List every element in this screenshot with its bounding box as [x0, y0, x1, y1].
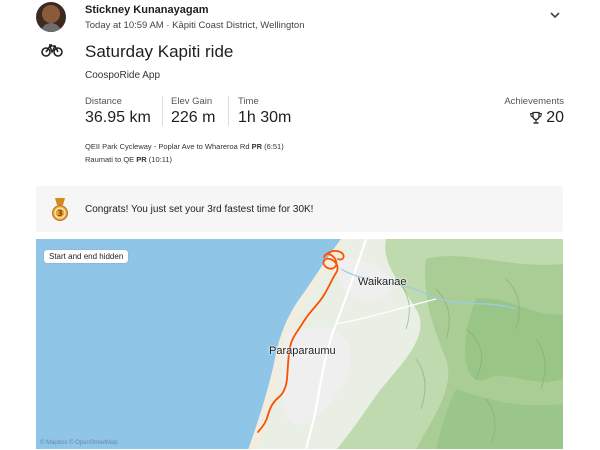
achievements-label: Achievements [504, 96, 564, 107]
medal-icon: 3 [52, 198, 68, 221]
stat-value: 1h 30m [238, 109, 292, 126]
segment-name: Raumati to QE [85, 155, 135, 164]
map-place-label: Paraparaumu [269, 345, 336, 357]
achievements-count: 20 [546, 109, 564, 126]
chevron-down-icon[interactable] [548, 8, 562, 22]
stat-value: 36.95 km [85, 109, 151, 126]
start-end-hidden-pill: Start and end hidden [44, 250, 129, 263]
map-place-label: Waikanae [358, 276, 407, 288]
stat-value: 226 m [171, 109, 216, 126]
stat-label: Elev Gain [171, 96, 213, 107]
stat-label: Distance [85, 96, 122, 107]
segment-time: (10:11) [148, 155, 173, 164]
pr-badge: PR [136, 155, 147, 164]
stat-divider [228, 96, 229, 126]
congrats-message: Congrats! You just set your 3rd fastest … [85, 204, 314, 215]
segment-name: QEII Park Cycleway - Poplar Ave to Whare… [85, 142, 250, 151]
stat-elev-gain: Elev Gain 226 m [171, 96, 215, 127]
athlete-name[interactable]: Stickney Kunanayagam [85, 4, 209, 16]
svg-text:3: 3 [57, 209, 63, 218]
map-canvas [36, 239, 563, 449]
congrats-banner: 3 Congrats! You just set your 3rd fastes… [36, 186, 563, 232]
avatar[interactable] [36, 2, 66, 32]
achievements[interactable]: Achievements 20 [504, 96, 564, 127]
activity-datetime-location: Today at 10:59 AM · Kāpiti Coast Distric… [85, 20, 305, 31]
activity-title[interactable]: Saturday Kapiti ride [85, 42, 233, 62]
stat-distance: Distance 36.95 km [85, 96, 151, 127]
device-app-name: CoospoRide App [85, 70, 161, 81]
activity-header: Stickney Kunanayagam Today at 10:59 AM ·… [36, 2, 566, 34]
stat-label: Time [238, 96, 259, 107]
bike-icon [41, 44, 63, 57]
stat-time: Time 1h 30m [238, 96, 291, 127]
map-attribution[interactable]: © Mapbox © OpenStreetMap [40, 440, 118, 446]
segment-time: (6:51) [264, 142, 284, 151]
route-map[interactable]: Start and end hidden Waikanae Paraparaum… [36, 239, 563, 449]
pr-badge: PR [251, 142, 263, 151]
stat-divider [162, 96, 163, 126]
trophy-icon [530, 111, 542, 124]
segment-pr-row[interactable]: QEII Park Cycleway - Poplar Ave to Whare… [85, 142, 284, 151]
segment-pr-row[interactable]: Raumati to QE PR (10:11) [85, 155, 172, 164]
